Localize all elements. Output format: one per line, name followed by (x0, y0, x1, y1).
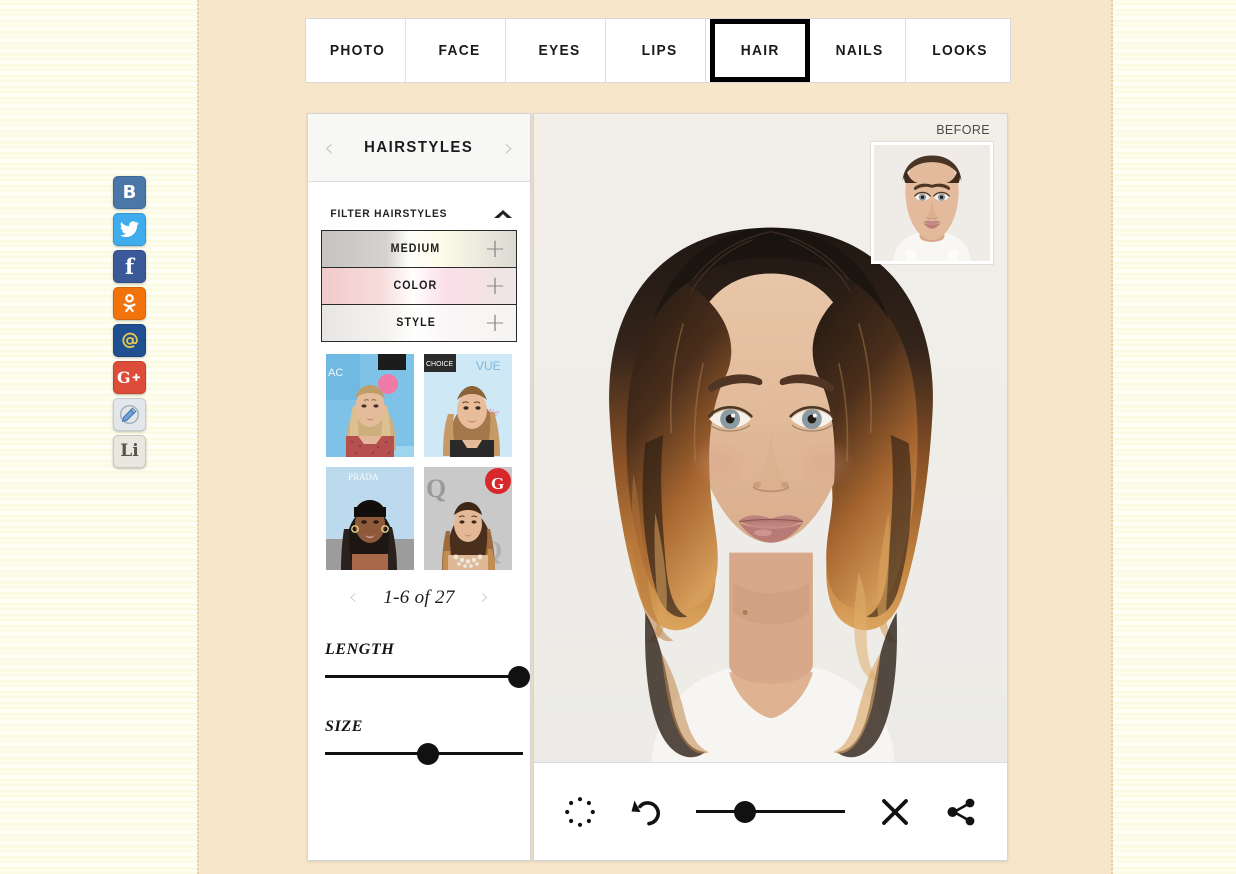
filter-section-label: FILTER HAIRSTYLES (330, 208, 448, 220)
svg-text:Q: Q (426, 474, 446, 503)
tab-looks-label: LOOKS (932, 42, 988, 59)
svg-text:G: G (117, 368, 131, 387)
before-thumbnail[interactable] (871, 142, 993, 264)
social-button-odnoklassniki[interactable] (113, 287, 146, 320)
social-button-vk[interactable]: B (113, 176, 146, 209)
dotted-circle-icon (565, 796, 595, 827)
svg-text:PRADA: PRADA (348, 472, 379, 482)
livejournal-pencil-icon (119, 404, 140, 425)
filter-label-color: COLOR (393, 280, 438, 292)
opacity-slider-group (690, 800, 851, 823)
model-original-photo-hair-pulled-back-image (874, 145, 990, 261)
photo-canvas[interactable]: BEFORE (534, 114, 1007, 763)
hairstyle-thumbnail[interactable]: PRADA (326, 467, 414, 570)
tab-nails[interactable]: NAILS (814, 19, 906, 82)
light-brown-side-swept-waves-hairstyle-image: CHOICE VUE odie (424, 354, 512, 457)
svg-text:G: G (491, 474, 504, 493)
share-nodes-icon (947, 798, 975, 825)
pagination-prev-arrow[interactable]: ‹ (349, 587, 358, 609)
filter-row-style[interactable]: STYLE + (322, 305, 516, 341)
hairstyle-thumbnail-grid: AC CHOICE VUE PRADA Q G (308, 354, 530, 570)
hairstyle-thumbnail[interactable]: AC (326, 354, 414, 457)
opacity-slider-track[interactable] (696, 800, 845, 823)
ombre-shoulder-length-wavy-hairstyle-image: Q Q G (424, 467, 512, 570)
google-plus-icon: G (117, 368, 140, 387)
length-slider-track[interactable] (325, 665, 531, 688)
panel-prev-arrow[interactable]: ‹ (324, 135, 334, 160)
svg-text:AC: AC (328, 367, 343, 379)
tab-eyes[interactable]: EYES (514, 19, 606, 82)
plus-icon[interactable]: + (478, 273, 512, 299)
thumbnail-pagination: ‹ 1-6 of 27 › (308, 587, 530, 609)
tab-lips[interactable]: LIPS (614, 19, 706, 82)
tab-lips-label: LIPS (641, 42, 678, 59)
photo-editor-panel: BEFORE (533, 113, 1008, 861)
social-button-googleplus[interactable]: G (113, 361, 146, 394)
social-button-livejournal[interactable] (113, 398, 146, 431)
facebook-icon: f (124, 254, 135, 279)
size-slider-track[interactable] (325, 742, 523, 765)
panel-next-arrow[interactable]: › (504, 135, 514, 160)
hairstyle-thumbnail[interactable]: CHOICE VUE odie (424, 354, 512, 457)
tab-nails-label: NAILS (835, 42, 884, 59)
undo-arrow-icon (631, 800, 661, 825)
liveinternet-icon: Li (120, 441, 139, 461)
twitter-bird-icon (119, 221, 140, 238)
tab-face-label: FACE (438, 42, 481, 59)
tab-hair[interactable]: HAIR (710, 19, 810, 82)
opacity-slider-thumb[interactable] (734, 800, 757, 823)
filter-row-medium[interactable]: MEDIUM + (322, 231, 516, 268)
share-button[interactable] (939, 790, 983, 834)
tab-looks[interactable]: LOOKS (914, 19, 1006, 82)
marquee-select-button[interactable] (558, 790, 602, 834)
svg-text:VUE: VUE (476, 359, 501, 373)
size-slider-thumb[interactable] (416, 742, 439, 765)
chevron-up-icon[interactable] (494, 210, 512, 220)
social-share-rail: B f G Li (113, 176, 147, 468)
panel-title: HAIRSTYLES (364, 138, 474, 156)
hairstyles-panel: ‹ HAIRSTYLES › FILTER HAIRSTYLES MEDIUM … (307, 113, 531, 861)
close-x-icon (882, 798, 908, 825)
length-slider-group: LENGTH (325, 641, 531, 688)
social-button-mailru[interactable] (113, 324, 146, 357)
panel-header: ‹ HAIRSTYLES › (308, 114, 530, 182)
odnoklassniki-icon (123, 293, 136, 313)
before-label: BEFORE (936, 123, 990, 137)
tab-photo-label: PHOTO (329, 42, 386, 59)
filter-list: MEDIUM + COLOR + STYLE + (321, 230, 517, 342)
close-button[interactable] (873, 790, 917, 834)
vk-icon: B (122, 181, 137, 203)
filter-section-header[interactable]: FILTER HAIRSTYLES (308, 182, 530, 230)
blonde-long-wavy-hairstyle-image: AC (326, 354, 414, 457)
social-button-liveinternet[interactable]: Li (113, 435, 146, 468)
filter-label-medium: MEDIUM (391, 243, 441, 255)
svg-text:CHOICE: CHOICE (426, 361, 454, 368)
hairstyle-thumbnail[interactable]: Q Q G (424, 467, 512, 570)
black-straight-blunt-bangs-hairstyle-image: PRADA (326, 467, 414, 570)
size-slider-label: SIZE (325, 718, 363, 735)
tab-photo[interactable]: PHOTO (310, 19, 406, 82)
plus-icon[interactable]: + (478, 236, 512, 262)
social-button-twitter[interactable] (113, 213, 146, 246)
social-button-facebook[interactable]: f (113, 250, 146, 283)
filter-row-color[interactable]: COLOR + (322, 268, 516, 305)
main-tab-bar: PHOTO FACE EYES LIPS HAIR NAILS LOOKS (305, 18, 1011, 83)
length-slider-thumb[interactable] (508, 665, 531, 688)
filter-label-style: STYLE (396, 317, 436, 329)
pagination-next-arrow[interactable]: › (481, 587, 490, 609)
editor-toolbar (534, 763, 1007, 860)
tab-hair-label: HAIR (740, 42, 780, 59)
length-slider-label: LENGTH (325, 641, 395, 658)
plus-icon[interactable]: + (478, 310, 512, 336)
pagination-range-label: 1-6 of 27 (383, 587, 455, 608)
mailru-at-icon (121, 332, 138, 348)
size-slider-group: SIZE (325, 718, 523, 765)
tab-face[interactable]: FACE (414, 19, 506, 82)
tab-eyes-label: EYES (538, 42, 581, 59)
undo-button[interactable] (624, 790, 668, 834)
